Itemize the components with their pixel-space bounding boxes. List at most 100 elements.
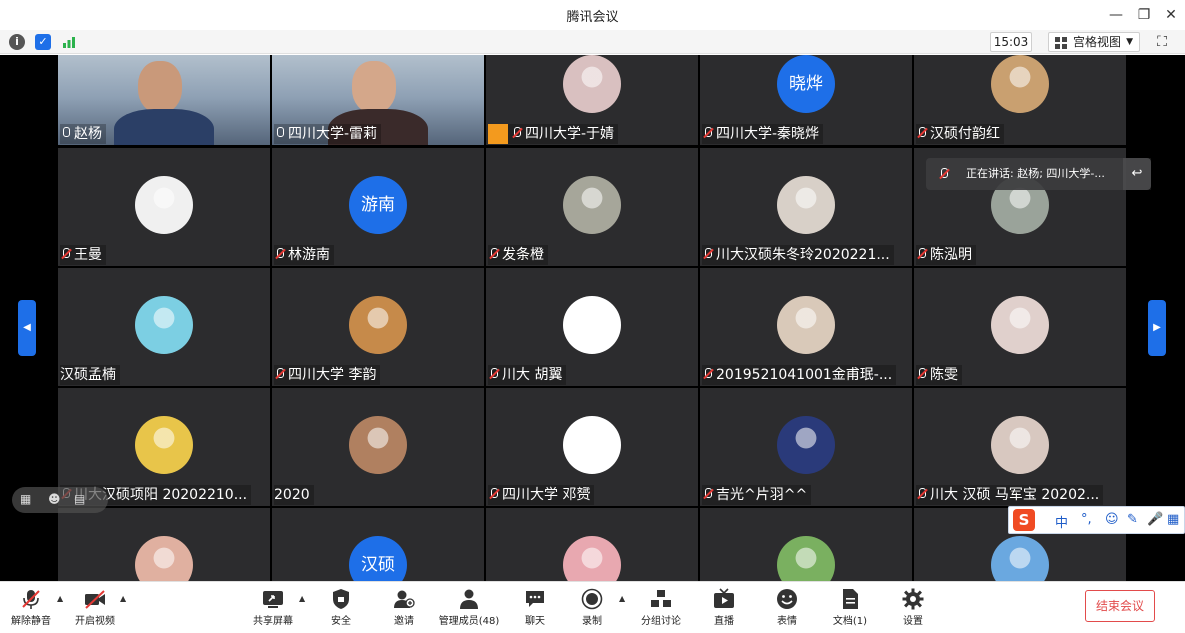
participant-name: 2020 xyxy=(274,485,314,505)
participant-tile[interactable] xyxy=(58,508,270,581)
end-meeting-button[interactable]: 结束会议 xyxy=(1085,590,1155,622)
caret-up-icon: ▲ xyxy=(619,594,626,603)
ime-punct-key[interactable]: °, xyxy=(1081,512,1092,527)
fullscreen-icon[interactable]: ⛶ xyxy=(1154,34,1170,50)
ime-mode-key[interactable]: 中 xyxy=(1055,512,1068,531)
unmute-button[interactable]: 解除静音 xyxy=(11,582,51,633)
record-icon xyxy=(581,588,603,610)
floating-tools[interactable]: ▦ ☻ ▤ xyxy=(12,487,108,513)
meeting-window: 腾讯会议 — ❐ ✕ i ✓ 15:03 宫格视图 ▼ ⛶ 赵杨 四川大学-雷莉四… xyxy=(0,0,1185,632)
participant-tile[interactable]: 游南 林游南 xyxy=(272,148,484,266)
participant-tile[interactable]: 晓烨四川大学-秦晓烨 xyxy=(700,55,912,145)
participant-tile[interactable]: 四川大学-于婧 xyxy=(486,55,698,145)
participant-tile[interactable] xyxy=(486,508,698,581)
participant-tile[interactable]: 吉光^片羽^^ xyxy=(700,388,912,506)
participant-name-text: 2020 xyxy=(274,487,310,503)
record-button[interactable]: 录制 xyxy=(573,582,611,633)
invite-button[interactable]: 邀请 xyxy=(385,582,423,633)
manage-members-button[interactable]: 管理成员(48) xyxy=(439,582,499,633)
gear-icon xyxy=(902,588,924,610)
camera-off-icon xyxy=(85,590,105,609)
participant-name-text: 赵杨 xyxy=(74,126,102,142)
participant-tile[interactable]: 2019521041001金甫珉-... xyxy=(700,268,912,386)
start-video-button[interactable]: 开启视频 xyxy=(75,582,115,633)
chat-icon[interactable]: ▤ xyxy=(74,492,85,506)
shield-icon xyxy=(333,589,349,609)
participant-avatar xyxy=(349,296,407,354)
mic-muted-icon xyxy=(916,247,928,261)
ime-toolbar[interactable]: S 中 °, ☺ ✎ 🎤 ▦ xyxy=(1008,506,1185,534)
chat-button[interactable]: 聊天 xyxy=(516,582,554,633)
participant-tile[interactable]: 汉硕 xyxy=(272,508,484,581)
participant-tile[interactable]: 发条橙 xyxy=(486,148,698,266)
meeting-info-bar: i ✓ 15:03 宫格视图 ▼ ⛶ xyxy=(0,30,1185,54)
sogou-logo-icon: S xyxy=(1013,509,1035,531)
meeting-clock: 15:03 xyxy=(990,32,1032,52)
info-icon[interactable]: i xyxy=(9,34,25,50)
collapse-icon[interactable]: ↩ xyxy=(1123,158,1151,190)
host-badge-icon xyxy=(488,124,508,144)
signal-icon[interactable] xyxy=(61,34,77,50)
participant-tile[interactable]: 四川大学 邓赟 xyxy=(486,388,698,506)
participant-name-text: 汉硕付韵红 xyxy=(930,126,1000,142)
share-screen-button[interactable]: 共享屏幕 xyxy=(253,582,293,633)
participant-name-text: 王曼 xyxy=(74,247,102,263)
participant-name-text: 陈雯 xyxy=(930,367,958,383)
participant-name-text: 四川大学-秦晓烨 xyxy=(716,126,820,142)
speaking-text: 正在讲话: 赵杨; 四川大学-... xyxy=(966,167,1105,180)
participant-name: 赵杨 xyxy=(60,124,106,144)
ime-voice-key[interactable]: 🎤 xyxy=(1147,512,1163,527)
share-screen-icon xyxy=(263,591,283,608)
security-button[interactable]: 安全 xyxy=(322,582,360,633)
mic-muted-icon xyxy=(702,367,714,381)
mic-icon xyxy=(274,126,286,140)
caret-up-icon: ▲ xyxy=(120,594,127,603)
restore-icon[interactable]: ❐ xyxy=(1130,4,1158,26)
documents-button[interactable]: 文档(1) xyxy=(831,582,869,633)
next-page-button[interactable]: ▶ xyxy=(1148,300,1166,356)
settings-button[interactable]: 设置 xyxy=(894,582,932,633)
participant-name-text: 汉硕孟楠 xyxy=(60,367,116,383)
participant-avatar xyxy=(563,536,621,581)
participant-tile[interactable] xyxy=(700,508,912,581)
participant-avatar xyxy=(349,416,407,474)
participant-tile[interactable]: 汉硕付韵红 xyxy=(914,55,1126,145)
prev-page-button[interactable]: ◀ xyxy=(18,300,36,356)
participant-tile[interactable]: 王曼 xyxy=(58,148,270,266)
view-mode-button[interactable]: 宫格视图 ▼ xyxy=(1048,32,1140,52)
participant-tile[interactable]: 2020 xyxy=(272,388,484,506)
reactions-button[interactable]: 表情 xyxy=(768,582,806,633)
video-options-button[interactable]: ▲ xyxy=(120,582,130,633)
participant-tile[interactable]: 赵杨 xyxy=(58,55,270,145)
participant-tile[interactable]: 川大 汉硕 马军宝 20202... xyxy=(914,388,1126,506)
participant-tile[interactable]: 川大 胡翼 xyxy=(486,268,698,386)
participant-name: 2019521041001金甫珉-... xyxy=(702,365,897,385)
minimize-icon[interactable]: — xyxy=(1102,4,1130,26)
breakout-button[interactable]: 分组讨论 xyxy=(641,582,681,633)
close-icon[interactable]: ✕ xyxy=(1157,4,1185,26)
apps-icon[interactable]: ▦ xyxy=(20,492,31,506)
emoji-icon[interactable]: ☻ xyxy=(48,492,61,506)
shield-icon[interactable]: ✓ xyxy=(35,34,51,50)
live-button[interactable]: 直播 xyxy=(705,582,743,633)
caret-up-icon: ▲ xyxy=(57,594,64,603)
participant-avatar: 汉硕 xyxy=(349,536,407,581)
mic-muted-icon xyxy=(938,167,950,181)
participant-tile[interactable]: 四川大学 李韵 xyxy=(272,268,484,386)
participant-tile[interactable]: 陈雯 xyxy=(914,268,1126,386)
participant-avatar xyxy=(135,176,193,234)
ime-emoji-key[interactable]: ☺ xyxy=(1105,512,1119,527)
participant-tile[interactable]: 汉硕孟楠 xyxy=(58,268,270,386)
ime-handwrite-key[interactable]: ✎ xyxy=(1127,512,1138,527)
participant-tile[interactable]: 四川大学-雷莉 xyxy=(272,55,484,145)
participant-name: 川大 胡翼 xyxy=(488,365,567,385)
participant-tile[interactable]: 川大汉硕朱冬玲2020221... xyxy=(700,148,912,266)
participant-avatar xyxy=(777,296,835,354)
participant-avatar xyxy=(135,536,193,581)
participant-avatar xyxy=(777,176,835,234)
participant-name-text: 发条橙 xyxy=(502,247,544,263)
mic-muted-icon xyxy=(916,487,928,501)
ime-toolbox-key[interactable]: ▦ xyxy=(1167,512,1179,527)
participant-avatar: 晓烨 xyxy=(777,55,835,113)
title-bar: 腾讯会议 — ❐ ✕ xyxy=(0,0,1185,30)
